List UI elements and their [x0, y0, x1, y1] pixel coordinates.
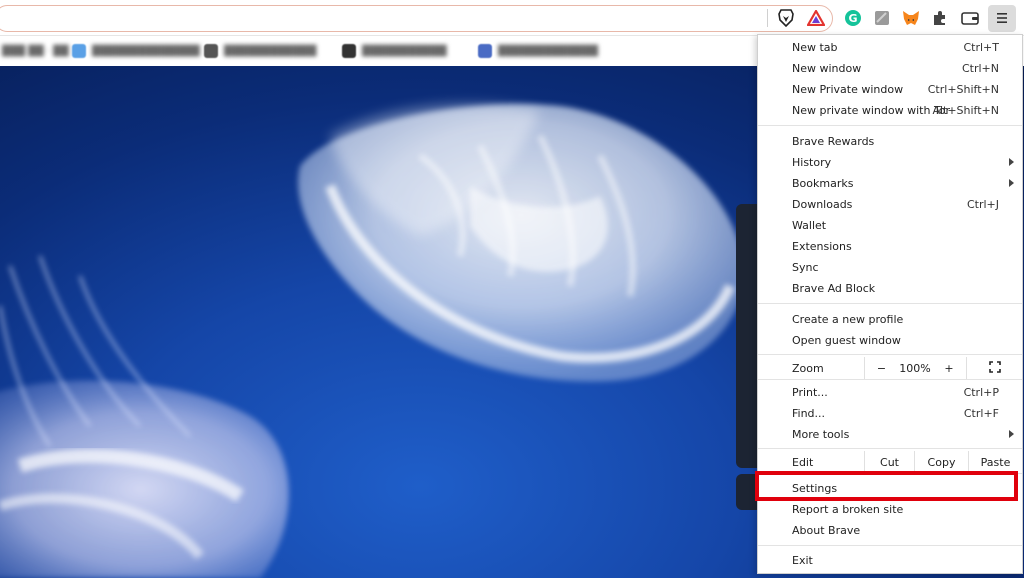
menu-item-label: History	[792, 156, 832, 169]
menu-item-shortcut: Ctrl+J	[966, 198, 999, 211]
menu-item-label: Report a broken site	[792, 503, 904, 516]
menu-separator	[758, 303, 1022, 304]
menu-item-extensions[interactable]: Extensions	[758, 236, 1022, 257]
copy-button[interactable]: Copy	[914, 451, 968, 473]
bookmark-label-blurred: ███████████	[362, 45, 447, 57]
fullscreen-icon	[988, 360, 1001, 376]
menu-item-label: Open guest window	[792, 334, 901, 347]
menu-item-brave-ad-block[interactable]: Brave Ad Block	[758, 278, 1022, 299]
wallet-icon[interactable]	[960, 8, 980, 28]
menu-item-downloads[interactable]: Downloads Ctrl+J	[758, 194, 1022, 215]
menu-item-shortcut: Ctrl+N	[961, 62, 999, 75]
menu-item-new-window[interactable]: New window Ctrl+N	[758, 58, 1022, 79]
menu-item-shortcut: Alt+Shift+N	[932, 104, 999, 117]
menu-zoom-row: Zoom − 100% +	[758, 357, 1022, 379]
fullscreen-button[interactable]	[966, 357, 1022, 379]
menu-item-more-tools[interactable]: More tools	[758, 424, 1022, 445]
menu-item-label: About Brave	[792, 524, 861, 537]
menu-item-sync[interactable]: Sync	[758, 257, 1022, 278]
browser-toolbar: G	[0, 0, 1024, 36]
puzzle-extensions-icon[interactable]	[930, 8, 950, 28]
submenu-arrow-icon	[1009, 430, 1014, 438]
bookmark-favicon-icon	[72, 44, 86, 58]
menu-item-label: More tools	[792, 428, 850, 441]
bookmark-label-blurred: ███ ██ · ██	[2, 45, 69, 57]
bookmark-favicon-icon	[204, 44, 218, 58]
brave-rewards-triangle-icon[interactable]	[806, 8, 826, 28]
bookmark-label-blurred: █████████████	[498, 45, 598, 57]
settings-highlight-box	[755, 471, 1018, 501]
menu-item-print[interactable]: Print... Ctrl+P	[758, 382, 1022, 403]
address-bar-divider	[767, 9, 768, 27]
menu-item-label: Brave Rewards	[792, 135, 875, 148]
menu-item-label: Sync	[792, 261, 819, 274]
cut-button[interactable]: Cut	[864, 451, 914, 473]
browser-window: G ███ ██ · ██ ██████████████ ███████████…	[0, 0, 1024, 578]
menu-item-new-private-window[interactable]: New Private window Ctrl+Shift+N	[758, 79, 1022, 100]
menu-item-brave-rewards[interactable]: Brave Rewards	[758, 131, 1022, 152]
menu-item-shortcut: Ctrl+T	[963, 41, 999, 54]
menu-item-open-guest-window[interactable]: Open guest window	[758, 330, 1022, 351]
bookmark-item[interactable]: ███ ██ · ██	[2, 43, 69, 59]
menu-item-label: Exit	[792, 554, 813, 567]
menu-item-history[interactable]: History	[758, 152, 1022, 173]
menu-item-report-broken-site[interactable]: Report a broken site	[758, 499, 1022, 520]
menu-item-shortcut: Ctrl+F	[963, 407, 999, 420]
menu-edit-row: Edit Cut Copy Paste	[758, 451, 1022, 473]
menu-item-shortcut: Ctrl+P	[963, 386, 999, 399]
menu-item-new-tab[interactable]: New tab Ctrl+T	[758, 37, 1022, 58]
menu-separator	[758, 354, 1022, 355]
paste-button[interactable]: Paste	[968, 451, 1022, 473]
menu-separator	[758, 448, 1022, 449]
jellyfish-lower	[0, 255, 289, 578]
grammarly-icon[interactable]: G	[843, 8, 863, 28]
bookmark-item[interactable]: ██████████████	[72, 43, 200, 59]
zoom-out-button[interactable]: −	[864, 357, 898, 379]
zoom-level-value: 100%	[899, 361, 931, 375]
menu-item-label: New private window with Tor	[792, 104, 951, 117]
brave-lion-icon[interactable]	[776, 8, 796, 28]
menu-item-wallet[interactable]: Wallet	[758, 215, 1022, 236]
menu-separator	[758, 125, 1022, 126]
menu-separator	[758, 545, 1022, 546]
menu-item-about-brave[interactable]: About Brave	[758, 520, 1022, 541]
hamburger-menu-icon	[996, 9, 1008, 28]
menu-item-label: Extensions	[792, 240, 852, 253]
menu-item-bookmarks[interactable]: Bookmarks	[758, 173, 1022, 194]
metamask-fox-icon[interactable]	[901, 8, 921, 28]
menu-item-label: Brave Ad Block	[792, 282, 876, 295]
zoom-in-button[interactable]: +	[932, 357, 966, 379]
svg-text:G: G	[848, 12, 857, 25]
menu-item-label: New tab	[792, 41, 838, 54]
menu-item-find[interactable]: Find... Ctrl+F	[758, 403, 1022, 424]
submenu-arrow-icon	[1009, 158, 1014, 166]
bookmark-item[interactable]: ███████████	[342, 43, 447, 59]
menu-item-label: Create a new profile	[792, 313, 904, 326]
edit-label: Edit	[792, 455, 814, 469]
menu-item-new-private-window-tor[interactable]: New private window with Tor Alt+Shift+N	[758, 100, 1022, 121]
menu-item-shortcut: Ctrl+Shift+N	[927, 83, 999, 96]
zoom-label: Zoom	[792, 361, 824, 375]
menu-button[interactable]	[988, 5, 1016, 32]
menu-item-exit[interactable]: Exit	[758, 550, 1022, 571]
bookmark-favicon-icon	[342, 44, 356, 58]
menu-item-label: New window	[792, 62, 862, 75]
menu-item-label: Print...	[792, 386, 828, 399]
menu-item-label: New Private window	[792, 83, 904, 96]
extension-square-icon[interactable]	[872, 8, 892, 28]
bookmark-label-blurred: ██████████████	[92, 45, 200, 57]
bookmark-label-blurred: ████████████	[224, 45, 317, 57]
bookmark-item[interactable]: ████████████	[204, 43, 316, 59]
bookmark-item[interactable]: █████████████	[478, 43, 598, 59]
menu-separator	[758, 379, 1022, 380]
address-bar[interactable]	[0, 5, 833, 32]
menu-item-label: Downloads	[792, 198, 853, 211]
menu-item-label: Find...	[792, 407, 826, 420]
bookmark-favicon-icon	[478, 44, 492, 58]
menu-item-create-profile[interactable]: Create a new profile	[758, 309, 1022, 330]
menu-item-label: Wallet	[792, 219, 827, 232]
jellyfish-upper	[298, 104, 744, 382]
menu-item-label: Bookmarks	[792, 177, 854, 190]
submenu-arrow-icon	[1009, 179, 1014, 187]
